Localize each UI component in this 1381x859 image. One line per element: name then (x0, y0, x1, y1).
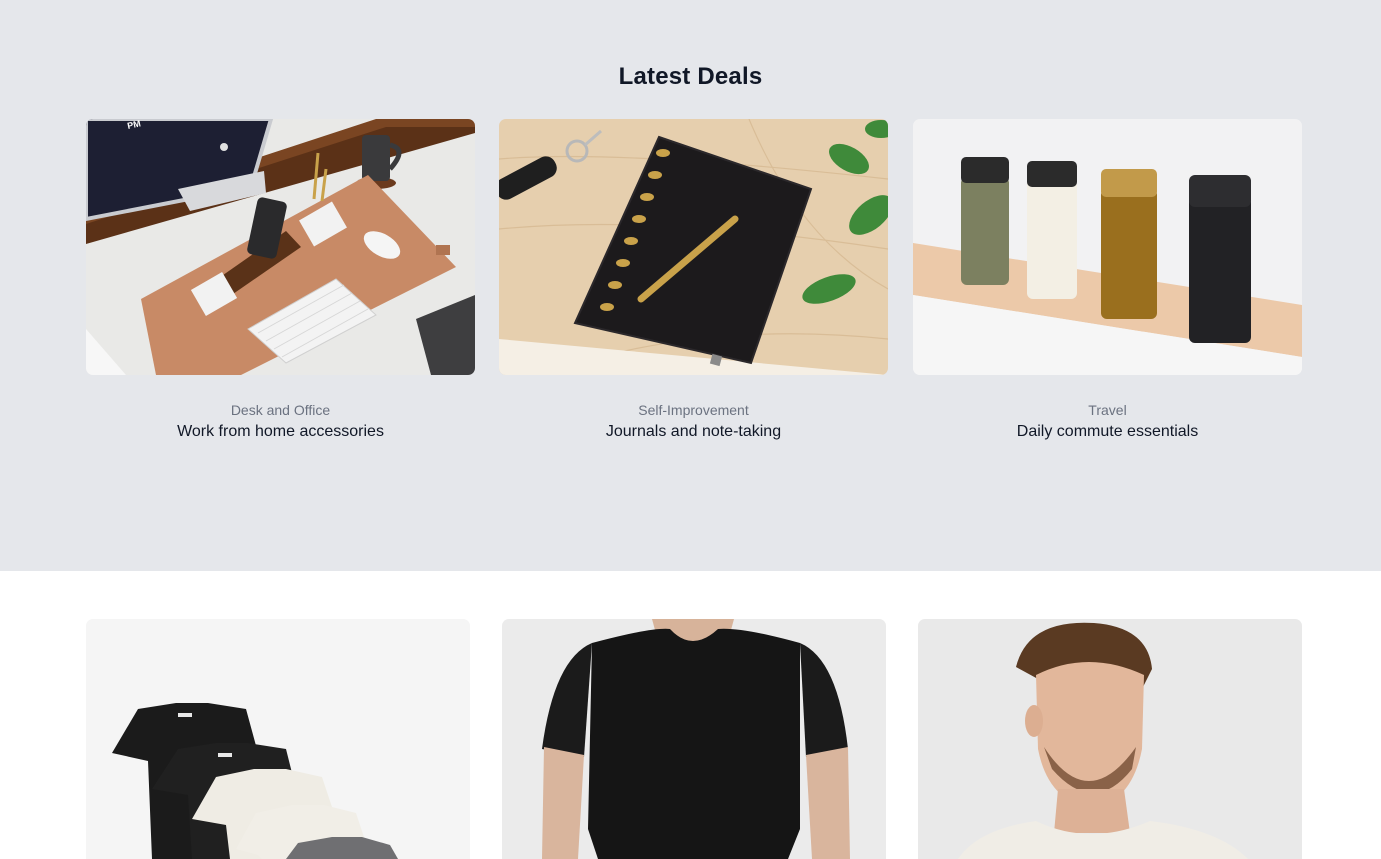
product-card-black-tshirt[interactable] (502, 619, 886, 859)
deal-title[interactable]: Work from home accessories (86, 423, 475, 441)
man-white-tshirt-photo (918, 619, 1302, 859)
deal-category: Travel (1088, 402, 1127, 418)
product-card-stacked-tshirts[interactable] (86, 619, 470, 859)
deal-card-travel[interactable]: Travel Daily commute essentials (913, 119, 1302, 441)
deal-image-desk-office[interactable]: PM (86, 119, 475, 375)
stacked-tshirts-photo (86, 619, 470, 859)
deal-image-travel[interactable] (913, 119, 1302, 375)
travel-tumblers-photo (913, 119, 1302, 375)
deal-card-self-improvement[interactable]: Self-Improvement Journals and note-takin… (499, 119, 888, 441)
journal-pen-photo (499, 119, 888, 375)
desk-setup-photo: PM (86, 119, 475, 375)
latest-deals-section: Latest Deals PM Desk and Office Work fro… (0, 0, 1381, 571)
man-black-tshirt-photo (502, 619, 886, 859)
deal-title[interactable]: Daily commute essentials (913, 423, 1302, 441)
deal-category: Self-Improvement (638, 402, 749, 418)
product-card-white-tshirt[interactable] (918, 619, 1302, 859)
deal-title[interactable]: Journals and note-taking (499, 423, 888, 441)
latest-deals-heading: Latest Deals (618, 63, 763, 90)
deal-card-desk-office[interactable]: PM Desk and Office Work from home access… (86, 119, 475, 441)
deal-category: Desk and Office (230, 402, 331, 418)
products-section (0, 571, 1381, 859)
deal-image-self-improvement[interactable] (499, 119, 888, 375)
